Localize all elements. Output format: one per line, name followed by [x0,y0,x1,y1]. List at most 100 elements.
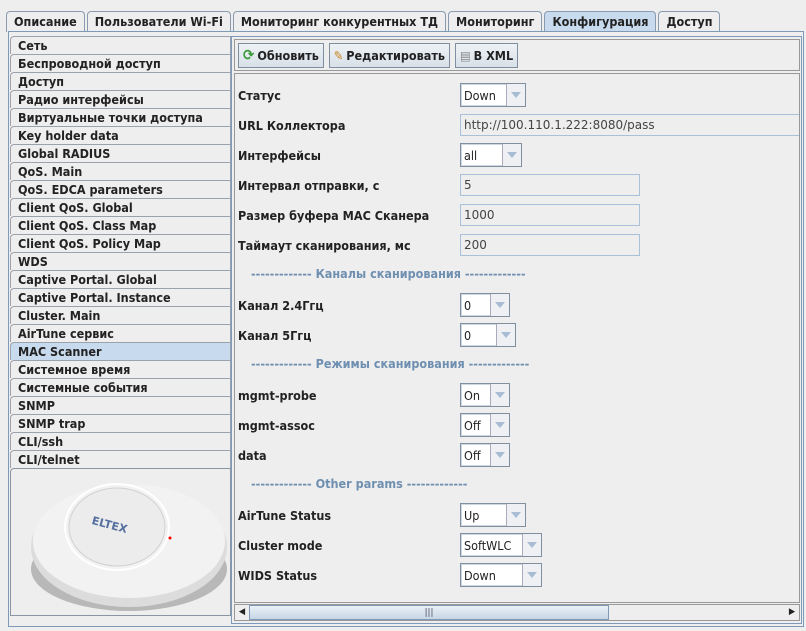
mgmt_probe-row: mgmt-probe On [238,383,798,407]
interval-field[interactable]: 5 [460,174,640,196]
nav-item[interactable]: Доступ [10,72,231,90]
scroll-thumb[interactable]: ||| [249,605,609,620]
interfaces-label: Интерфейсы [238,147,321,163]
top-tabs: Описание Пользователи Wi-Fi Мониторинг кон… [6,11,722,32]
nav-item[interactable]: QoS. Main [10,162,231,180]
wids-select[interactable]: Down [460,563,542,587]
tab-1[interactable]: Пользователи Wi-Fi [86,11,231,32]
url-row: URL Коллектора http://100.110.1.222:8080/… [238,113,799,137]
cluster-row: Cluster mode SoftWLC [238,533,798,557]
refresh-button[interactable]: ⟳ Обновить [238,42,324,68]
wids-row: WIDS Status Down [238,563,798,587]
nav-item[interactable]: Системное время [10,360,231,378]
edit-button[interactable]: ✎ Редактировать [328,42,450,68]
cluster-select[interactable]: SoftWLC [460,533,542,557]
cluster-label: Cluster mode [238,537,323,553]
status-select[interactable]: Down [460,83,526,107]
airtune-row: AirTune Status Up [238,503,798,527]
mgmt_probe-label: mgmt-probe [238,387,317,403]
refresh-icon: ⟳ [243,46,255,64]
scroll-right-icon[interactable]: ▶ [785,605,799,620]
tab-3[interactable]: Мониторинг [448,11,543,32]
nav-item[interactable]: SNMP trap [10,414,231,432]
data-select[interactable]: Off [460,443,510,467]
status-label: Статус [238,87,281,103]
airtune-select[interactable]: Up [460,503,526,527]
nav-item[interactable]: WDS [10,252,231,270]
access-point-icon: ELTEX [31,483,227,611]
toolbar: ⟳ Обновить ✎ Редактировать ▤ В XML [234,39,800,71]
config-nav: Сеть Беспроводной доступ Доступ Радио интер… [10,36,231,468]
url-label: URL Коллектора [238,117,346,133]
section-header: ------------- Other params ------------- [251,476,468,491]
timeout-row: Таймаут сканирования, мс 200 [238,233,798,257]
nav-item[interactable]: QoS. EDCA parameters [10,180,231,198]
buffer-label: Размер буфера MAC Сканера [238,207,430,223]
chevron-down-icon[interactable] [490,294,509,316]
document-icon: ▤ [459,47,471,63]
tab-0[interactable]: Описание [6,11,85,32]
mgmt_assoc-row: mgmt-assoc Off [238,413,798,437]
scroll-left-icon[interactable]: ◀ [235,605,249,620]
nav-item[interactable]: AirTune сервис [10,324,231,342]
nav-item[interactable]: Сеть [10,36,231,54]
chevron-down-icon[interactable] [490,444,509,466]
nav-item[interactable]: Виртуальные точки доступа [10,108,231,126]
ch24-row: Канал 2.4Ггц 0 [238,293,798,317]
nav-item[interactable]: Беспроводной доступ [10,54,231,72]
nav-item[interactable]: Радио интерфейсы [10,90,231,108]
chevron-down-icon[interactable] [490,414,509,436]
interval-label: Интервал отправки, с [238,177,380,193]
status-row: Статус Down [238,83,798,107]
xml-button[interactable]: ▤ В XML [454,42,519,68]
ch5-select[interactable]: 0 [460,323,516,347]
device-image: ELTEX [10,468,231,616]
url-field[interactable]: http://100.110.1.222:8080/pass [460,114,799,136]
buffer-row: Размер буфера MAC Сканера 1000 [238,203,798,227]
nav-item[interactable]: Cluster. Main [10,306,231,324]
chevron-down-icon[interactable] [522,534,541,556]
nav-item[interactable]: Captive Portal. Global [10,270,231,288]
mac-scanner-form: Статус Down URL Коллектора http://100.110.1… [234,73,800,603]
interfaces-select[interactable]: all [460,143,522,167]
ch24-label: Канал 2.4Ггц [238,297,324,313]
chevron-down-icon[interactable] [496,324,515,346]
data-label: data [238,447,267,463]
nav-item[interactable]: Key holder data [10,126,231,144]
nav-item[interactable]: CLI/ssh [10,432,231,450]
nav-item[interactable]: Captive Portal. Instance [10,288,231,306]
chevron-down-icon[interactable] [506,504,525,526]
nav-item[interactable]: Client QoS. Class Map [10,216,231,234]
section-header: ------------- Каналы сканирования ------… [251,266,526,281]
mgmt_probe-select[interactable]: On [460,383,510,407]
nav-item[interactable]: MAC Scanner [10,342,231,360]
section-header: ------------- Режимы сканирования ------… [251,356,530,371]
ch5-row: Канал 5Ггц 0 [238,323,798,347]
chevron-down-icon[interactable] [490,384,509,406]
nav-item[interactable]: Global RADIUS [10,144,231,162]
airtune-label: AirTune Status [238,507,332,523]
ch5-label: Канал 5Ггц [238,327,312,343]
mgmt_assoc-select[interactable]: Off [460,413,510,437]
timeout-field[interactable]: 200 [460,234,640,256]
chevron-down-icon[interactable] [502,144,521,166]
tab-2[interactable]: Мониторинг конкурентных ТД [232,11,447,32]
nav-item[interactable]: Client QoS. Policy Map [10,234,231,252]
nav-item[interactable]: Client QoS. Global [10,198,231,216]
interval-row: Интервал отправки, с 5 [238,173,798,197]
tab-4[interactable]: Конфигурация [544,11,657,32]
nav-item[interactable]: SNMP [10,396,231,414]
tab-5[interactable]: Доступ [658,11,721,32]
pencil-icon: ✎ [333,47,344,63]
interfaces-row: Интерфейсы all [238,143,798,167]
mgmt_assoc-label: mgmt-assoc [238,417,315,433]
chevron-down-icon[interactable] [522,564,541,586]
nav-item[interactable]: Системные события [10,378,231,396]
horizontal-scrollbar[interactable]: ◀ ||| ▶ [234,604,800,621]
nav-item[interactable]: CLI/telnet [10,450,231,468]
buffer-field[interactable]: 1000 [460,204,640,226]
data-row: data Off [238,443,798,467]
chevron-down-icon[interactable] [506,84,525,106]
wids-label: WIDS Status [238,567,318,583]
ch24-select[interactable]: 0 [460,293,510,317]
